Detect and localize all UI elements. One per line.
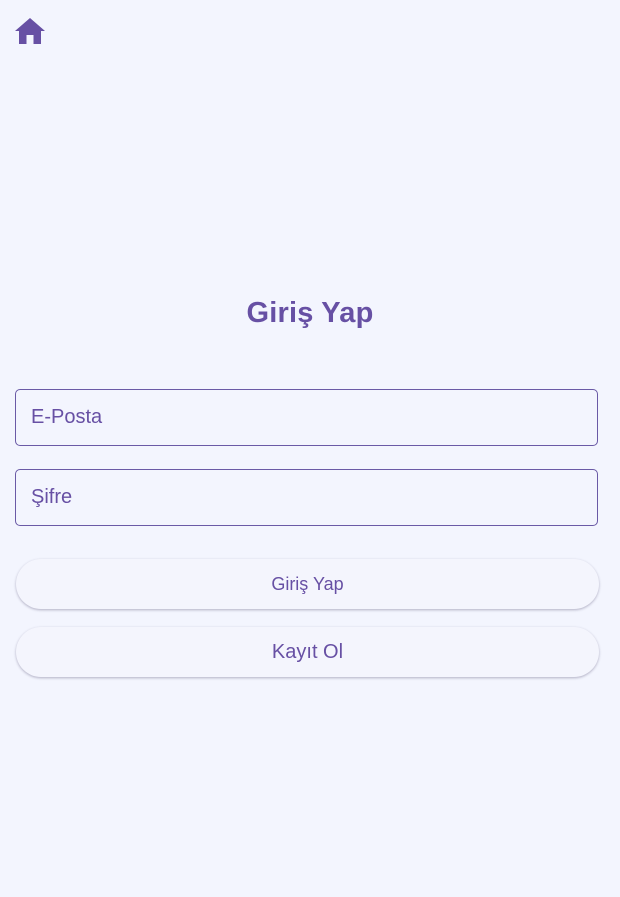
password-field[interactable]: [15, 469, 598, 526]
login-button[interactable]: Giriş Yap: [16, 559, 599, 609]
page-title: Giriş Yap: [246, 297, 374, 329]
password-input[interactable]: [16, 470, 597, 525]
email-field[interactable]: [15, 389, 598, 446]
register-button[interactable]: Kayıt Ol: [16, 627, 599, 677]
email-input[interactable]: [16, 390, 597, 445]
home-button[interactable]: [14, 16, 46, 46]
home-icon: [14, 16, 46, 46]
